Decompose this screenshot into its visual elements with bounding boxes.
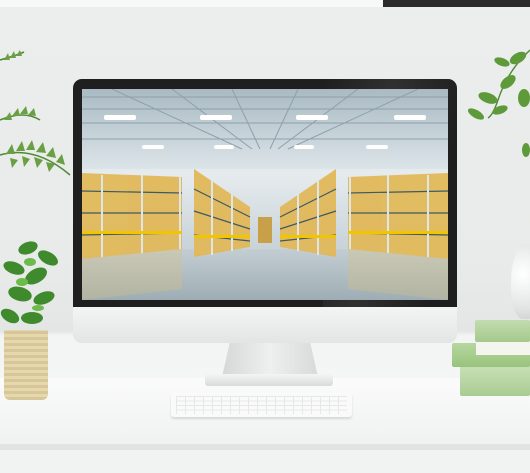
book-pages	[476, 343, 530, 355]
wicker-pot	[4, 330, 48, 400]
white-vase	[511, 244, 530, 319]
warehouse-image	[82, 89, 448, 300]
book-bottom	[460, 365, 530, 396]
fern-plant-left	[0, 50, 71, 176]
monitor-stand-base	[205, 374, 333, 386]
top-dark-strip	[383, 0, 530, 7]
book-top	[475, 320, 530, 342]
keyboard-keys	[176, 396, 347, 414]
monitor-screen	[82, 89, 448, 300]
monitor-stand-neck	[222, 343, 318, 377]
hanging-plant-right	[467, 49, 530, 157]
workspace-scene	[0, 0, 530, 473]
desk-front	[0, 450, 530, 473]
potted-plant-leaves	[0, 241, 58, 324]
monitor-chin	[73, 307, 457, 343]
